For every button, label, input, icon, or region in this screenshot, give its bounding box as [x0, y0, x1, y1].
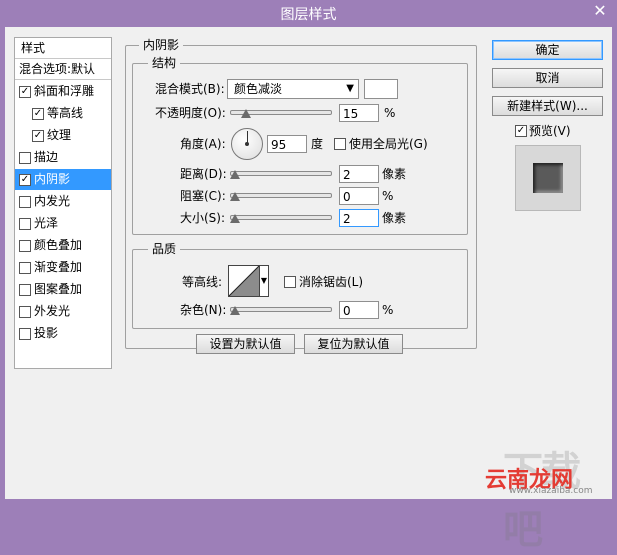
style-item-label: 光泽 — [34, 216, 59, 230]
style-item-label: 描边 — [34, 150, 59, 164]
noise-label: 杂色(N): — [180, 303, 227, 317]
watermark-large: 下载吧 — [503, 449, 581, 553]
style-item[interactable]: ✓ 纹理 — [15, 125, 111, 146]
style-item-checkbox[interactable] — [19, 240, 31, 252]
inner-shadow-title: 内阴影 — [139, 38, 184, 52]
style-item-checkbox[interactable] — [19, 284, 31, 296]
style-item-label: 纹理 — [47, 128, 72, 142]
style-item[interactable]: ✓ 内阴影 — [15, 169, 111, 190]
global-light-label[interactable]: 使用全局光(G) — [349, 135, 428, 153]
quality-title: 品质 — [148, 242, 181, 256]
make-default-button[interactable]: 设置为默认值 — [196, 334, 295, 354]
style-item-label: 外发光 — [34, 304, 71, 318]
size-slider-thumb[interactable] — [230, 214, 240, 223]
opacity-input[interactable]: 15 — [339, 104, 379, 122]
style-item-checkbox[interactable]: ✓ — [19, 174, 31, 186]
style-item[interactable]: 光泽 — [15, 213, 111, 234]
style-item-checkbox[interactable]: ✓ — [19, 86, 31, 98]
close-icon[interactable]: ✕ — [583, 0, 617, 22]
style-item[interactable]: 颜色叠加 — [15, 235, 111, 256]
style-item-label: 渐变叠加 — [34, 260, 83, 274]
contour-picker[interactable] — [228, 265, 260, 297]
noise-input[interactable]: 0 — [339, 301, 379, 319]
angle-dial-center — [245, 142, 249, 146]
noise-slider-thumb[interactable] — [230, 306, 240, 315]
angle-input[interactable]: 95 — [267, 135, 307, 153]
noise-slider-track[interactable] — [230, 307, 332, 312]
watermark-domain: www.xiazaiba.com — [509, 486, 593, 496]
style-item-label: 颜色叠加 — [34, 238, 83, 252]
style-item[interactable]: 描边 — [15, 147, 111, 168]
choke-label: 阻塞(C): — [180, 189, 226, 203]
style-item[interactable]: 外发光 — [15, 301, 111, 322]
style-item-checkbox[interactable] — [19, 218, 31, 230]
angle-dial[interactable] — [231, 128, 263, 160]
style-item[interactable]: ✓ 斜面和浮雕 — [15, 81, 111, 102]
blend-mode-value: 颜色减淡 — [234, 82, 283, 96]
size-unit: 像素 — [382, 211, 407, 225]
distance-input[interactable]: 2 — [339, 165, 379, 183]
style-item-label: 图案叠加 — [34, 282, 83, 296]
preview-shape — [533, 163, 563, 193]
style-item-checkbox[interactable] — [19, 262, 31, 274]
choke-slider-track[interactable] — [230, 193, 332, 198]
ok-button[interactable]: 确定 — [492, 40, 603, 60]
blend-color-swatch[interactable] — [364, 79, 398, 99]
distance-slider-thumb[interactable] — [230, 170, 240, 179]
style-item[interactable]: 渐变叠加 — [15, 257, 111, 278]
angle-unit: 度 — [311, 137, 324, 151]
contour-curve-icon — [229, 266, 259, 296]
distance-unit: 像素 — [382, 167, 407, 181]
choke-slider-thumb[interactable] — [230, 192, 240, 201]
size-label: 大小(S): — [180, 211, 226, 225]
style-item-label: 斜面和浮雕 — [34, 84, 95, 98]
blend-mode-label: 混合模式(B): — [155, 82, 225, 96]
style-item-checkbox[interactable] — [19, 196, 31, 208]
new-style-button[interactable]: 新建样式(W)... — [492, 96, 603, 116]
contour-dropdown-icon[interactable]: ▼ — [260, 265, 269, 297]
style-item-label: 内发光 — [34, 194, 71, 208]
cancel-button[interactable]: 取消 — [492, 68, 603, 88]
style-item[interactable]: 图案叠加 — [15, 279, 111, 300]
blend-mode-select[interactable]: 颜色减淡 ▼ — [227, 79, 359, 99]
noise-unit: % — [382, 303, 394, 317]
global-light-checkbox[interactable] — [334, 138, 346, 150]
opacity-slider-thumb[interactable] — [241, 109, 251, 118]
style-item[interactable]: ✓ 等高线 — [15, 103, 111, 124]
style-item-checkbox[interactable] — [19, 152, 31, 164]
reset-default-button[interactable]: 复位为默认值 — [304, 334, 403, 354]
opacity-label: 不透明度(O): — [155, 106, 226, 120]
antialias-checkbox[interactable] — [284, 276, 296, 288]
style-list: 样式 混合选项:默认 ✓ 斜面和浮雕 ✓ 等高线 ✓ 纹理 描边 ✓ 内阴影 内发光 光泽 颜色叠加渐… — [14, 37, 112, 369]
angle-label: 角度(A): — [180, 137, 226, 151]
contour-label: 等高线: — [182, 275, 223, 289]
title-bar: 图层样式 ✕ — [0, 0, 617, 26]
style-item-checkbox[interactable]: ✓ — [32, 108, 44, 120]
window-title: 图层样式 — [280, 7, 337, 23]
style-item-checkbox[interactable] — [19, 328, 31, 340]
style-item-label: 投影 — [34, 326, 59, 340]
opacity-unit: % — [384, 106, 396, 120]
chevron-down-icon: ▼ — [346, 83, 354, 94]
blend-options-item[interactable]: 混合选项:默认 — [15, 59, 111, 80]
choke-input[interactable]: 0 — [339, 187, 379, 205]
style-item[interactable]: 内发光 — [15, 191, 111, 212]
style-item-label: 内阴影 — [34, 172, 71, 186]
size-slider-track[interactable] — [230, 215, 332, 220]
structure-title: 结构 — [148, 56, 181, 70]
style-list-header[interactable]: 样式 — [15, 38, 111, 59]
style-item[interactable]: 投影 — [15, 323, 111, 344]
preview-checkbox[interactable]: ✓ — [515, 125, 527, 137]
distance-slider-track[interactable] — [230, 171, 332, 176]
choke-unit: % — [382, 189, 394, 203]
style-item-checkbox[interactable] — [19, 306, 31, 318]
style-preview-thumbnail — [515, 145, 581, 211]
preview-label[interactable]: 预览(V) — [529, 122, 571, 140]
style-item-checkbox[interactable]: ✓ — [32, 130, 44, 142]
style-item-label: 等高线 — [47, 106, 84, 120]
dialog-client: 样式 混合选项:默认 ✓ 斜面和浮雕 ✓ 等高线 ✓ 纹理 描边 ✓ 内阴影 内发光 光泽 颜色叠加渐… — [5, 27, 612, 553]
distance-label: 距离(D): — [180, 167, 227, 181]
antialias-label[interactable]: 消除锯齿(L) — [299, 273, 363, 291]
size-input[interactable]: 2 — [339, 209, 379, 227]
